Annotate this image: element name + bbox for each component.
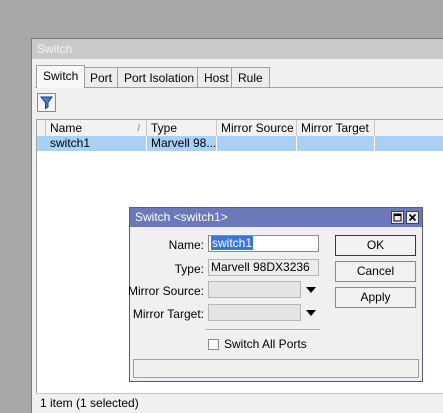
mirror-source-dropdown-icon[interactable] [306, 287, 316, 293]
ok-button[interactable]: OK [335, 235, 416, 256]
type-field: Marvell 98DX3236 [208, 259, 319, 276]
name-field[interactable]: switch1 [208, 235, 319, 252]
dialog-title: Switch <switch1> [130, 208, 422, 227]
tab-rule[interactable]: Rule [231, 67, 270, 87]
column-header-mirror-target[interactable]: Mirror Target [297, 120, 375, 136]
tab-port[interactable]: Port [83, 67, 120, 87]
table-row[interactable]: switch1 Marvell 98... [37, 136, 443, 151]
status-bar: 1 item (1 selected) [36, 393, 443, 413]
cell-type: Marvell 98... [147, 136, 217, 151]
mirror-source-label: Mirror Source: [127, 284, 204, 298]
type-label: Type: [174, 262, 204, 276]
window-title: Switch [32, 39, 443, 59]
close-icon [408, 213, 417, 222]
switch-all-ports-label: Switch All Ports [224, 337, 307, 351]
switch-dialog: Switch <switch1> Name: switch1 Type: Mar… [128, 207, 423, 382]
maximize-button[interactable] [391, 211, 404, 224]
apply-button[interactable]: Apply [335, 287, 416, 308]
mirror-source-select[interactable] [208, 281, 301, 298]
mirror-target-label: Mirror Target: [132, 307, 204, 321]
dialog-status-bar [133, 359, 419, 378]
cell-mirror-source [217, 136, 297, 151]
name-label: Name: [168, 238, 204, 252]
sort-indicator-icon: / [137, 123, 140, 133]
tab-bar: Switch Port Port Isolation Host Rule [36, 65, 443, 88]
switch-all-ports-checkbox[interactable] [208, 339, 219, 350]
filter-icon [39, 96, 53, 110]
name-field-value: switch1 [211, 236, 254, 250]
cell-mirror-target [297, 136, 375, 151]
cancel-button[interactable]: Cancel [335, 261, 416, 282]
cell-name: switch1 [46, 136, 147, 151]
tab-switch[interactable]: Switch [36, 65, 86, 88]
row-marker-header [37, 120, 46, 136]
tab-port-isolation[interactable]: Port Isolation [117, 67, 202, 87]
mirror-target-select[interactable] [208, 304, 301, 321]
maximize-icon [393, 213, 402, 222]
separator [205, 329, 320, 330]
tab-host[interactable]: Host [197, 67, 236, 87]
column-header-mirror-source[interactable]: Mirror Source [217, 120, 297, 136]
column-header-type[interactable]: Type [147, 120, 217, 136]
table-header: Name / Type Mirror Source Mirror Target [37, 120, 443, 137]
close-button[interactable] [406, 211, 419, 224]
tab-divider [35, 87, 443, 88]
mirror-target-dropdown-icon[interactable] [306, 310, 316, 316]
filter-button[interactable] [37, 93, 56, 112]
column-header-name[interactable]: Name / [46, 120, 147, 136]
